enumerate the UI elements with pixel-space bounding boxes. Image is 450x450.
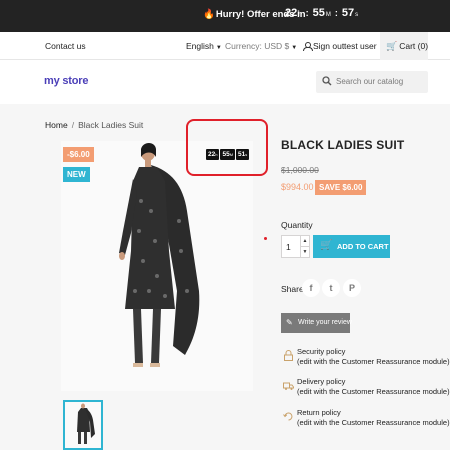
timer-hours-unit: h bbox=[298, 12, 302, 18]
reassurance-return: Return policy (edit with the Customer Re… bbox=[281, 408, 450, 434]
reassurance-desc: (edit with the Customer Reassurance modu… bbox=[297, 357, 450, 366]
search-placeholder: Search our catalog bbox=[336, 77, 404, 86]
product-title: BLACK LADIES SUIT bbox=[281, 138, 405, 152]
save-badge: SAVE $6.00 bbox=[315, 180, 367, 195]
store-logo[interactable]: my store bbox=[44, 75, 88, 87]
regular-price: $1,000.00 bbox=[281, 165, 319, 175]
product-thumbnail[interactable] bbox=[63, 400, 103, 450]
contact-link[interactable]: Contact us bbox=[45, 41, 86, 51]
timer-separator: : bbox=[305, 8, 309, 18]
timer-hours: 22 bbox=[285, 7, 298, 19]
thumbnail-photo bbox=[65, 402, 101, 448]
discount-badge: -$6.00 bbox=[63, 147, 94, 162]
product-photo bbox=[61, 141, 253, 391]
currency-selector[interactable]: Currency: USD $ ▼ bbox=[225, 41, 297, 51]
cart-label: Cart (0) bbox=[399, 41, 429, 51]
marker-dot bbox=[264, 237, 267, 240]
language-selector[interactable]: English ▼ bbox=[186, 41, 222, 51]
search-input[interactable]: Search our catalog bbox=[316, 71, 428, 93]
countdown-seconds: 51s bbox=[236, 149, 250, 160]
countdown-seconds-unit: s bbox=[245, 152, 248, 157]
countdown-minutes-value: 55 bbox=[222, 151, 230, 158]
breadcrumb-home[interactable]: Home bbox=[45, 120, 68, 130]
product-image[interactable] bbox=[61, 141, 253, 391]
account-link[interactable]: test user bbox=[344, 41, 377, 51]
cart-link: 🛒 Cart (0) bbox=[386, 41, 428, 52]
logo-text-my: my bbox=[44, 75, 60, 87]
add-to-cart-label: ADD TO CART bbox=[337, 242, 389, 251]
new-badge: NEW bbox=[63, 167, 90, 182]
add-to-cart-button[interactable]: 🛒 ADD TO CART bbox=[313, 235, 390, 258]
search-icon bbox=[322, 76, 332, 86]
pinterest-icon[interactable]: P bbox=[343, 279, 361, 297]
reassurance-title: Security policy bbox=[297, 347, 346, 356]
cart-button[interactable]: 🛒 Cart (0) bbox=[380, 32, 428, 60]
currency-label: Currency: USD $ bbox=[225, 41, 290, 51]
breadcrumb-separator: / bbox=[71, 120, 75, 130]
caret-down-icon: ▼ bbox=[291, 45, 298, 51]
quantity-stepper[interactable]: 1 ▲ ▼ bbox=[281, 235, 310, 258]
current-price: $994.00 bbox=[281, 182, 314, 192]
caret-down-icon: ▼ bbox=[215, 45, 222, 51]
breadcrumb: Home / Black Ladies Suit bbox=[45, 120, 143, 130]
timer-separator: : bbox=[334, 8, 338, 18]
signout-link[interactable]: Sign out bbox=[303, 41, 344, 51]
reassurance-title: Return policy bbox=[297, 408, 341, 417]
write-review-button[interactable]: ✎ Write your review bbox=[281, 313, 352, 333]
timer-minutes-unit: M bbox=[325, 12, 331, 18]
write-review-label: Write your review bbox=[298, 319, 352, 326]
reassurance-delivery: Delivery policy (edit with the Customer … bbox=[281, 377, 450, 403]
reassurance-desc: (edit with the Customer Reassurance modu… bbox=[297, 387, 450, 396]
banner-timer: 22h:55M:57s bbox=[285, 7, 358, 19]
lock-icon bbox=[284, 350, 293, 361]
delivery-truck-icon bbox=[283, 382, 294, 390]
cart-icon: 🛒 bbox=[320, 240, 333, 251]
quantity-label: Quantity bbox=[281, 220, 313, 230]
reassurance-security: Security policy (edit with the Customer … bbox=[281, 347, 450, 373]
pencil-icon: ✎ bbox=[286, 318, 293, 327]
countdown-hours: 22h bbox=[206, 149, 220, 160]
timer-seconds: 57 bbox=[341, 7, 355, 19]
countdown-hours-unit: h bbox=[215, 152, 218, 157]
return-icon bbox=[283, 412, 293, 421]
product-countdown: 22h 55M 51s bbox=[206, 143, 250, 161]
language-label: English bbox=[186, 41, 214, 51]
quantity-increase-icon[interactable]: ▲ bbox=[300, 236, 309, 247]
reassurance-desc: (edit with the Customer Reassurance modu… bbox=[297, 418, 450, 427]
user-icon bbox=[303, 42, 313, 51]
reassurance-title: Delivery policy bbox=[297, 377, 346, 386]
breadcrumb-current[interactable]: Black Ladies Suit bbox=[78, 120, 143, 130]
cart-icon: 🛒 bbox=[386, 41, 398, 51]
quantity-decrease-icon[interactable]: ▼ bbox=[300, 247, 309, 258]
signout-label: Sign out bbox=[313, 41, 345, 51]
site-header: my store Search our catalog bbox=[0, 60, 450, 104]
facebook-icon[interactable]: f bbox=[302, 279, 320, 297]
timer-seconds-unit: s bbox=[355, 12, 359, 18]
countdown-banner: 🔥Hurry! Offer ends in 22h:55M:57s bbox=[0, 0, 450, 32]
timer-minutes: 55 bbox=[312, 7, 325, 19]
twitter-icon[interactable]: t bbox=[322, 279, 340, 297]
fire-icon: 🔥 bbox=[203, 9, 215, 20]
countdown-minutes: 55M bbox=[220, 149, 236, 160]
logo-text-store: store bbox=[62, 75, 89, 87]
quantity-value[interactable]: 1 bbox=[286, 242, 291, 252]
share-label: Share bbox=[281, 284, 304, 294]
countdown-minutes-unit: M bbox=[229, 152, 234, 157]
